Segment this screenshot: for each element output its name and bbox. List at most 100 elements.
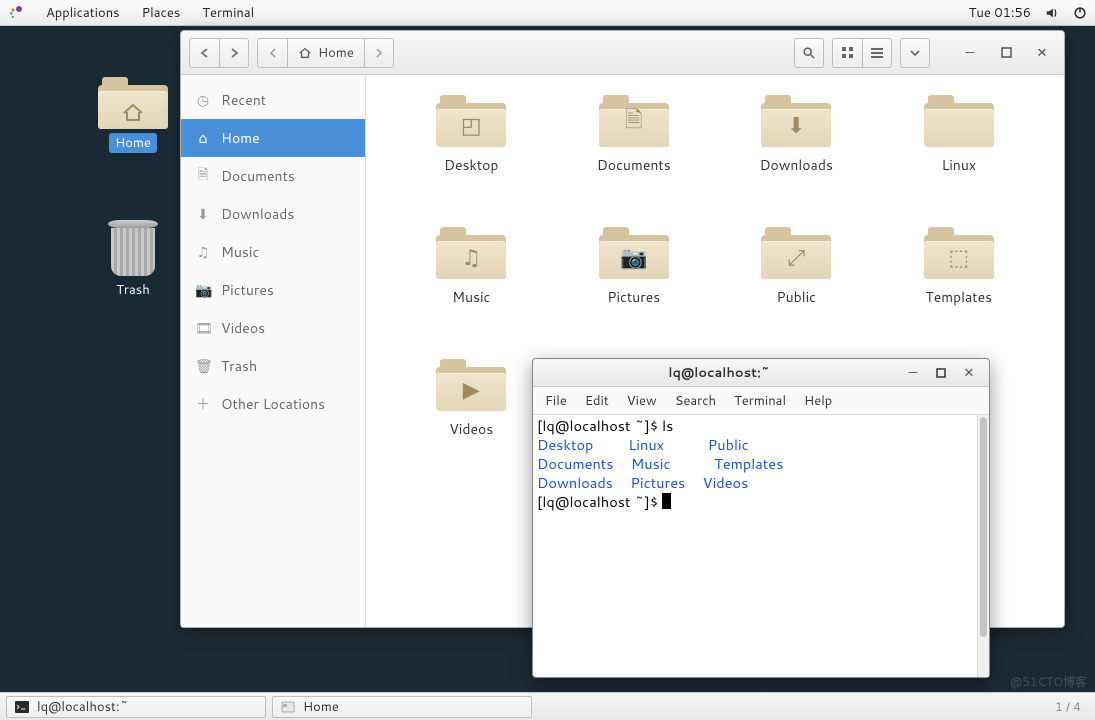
sidebar-item-pictures[interactable]: 📷 Pictures [181, 271, 365, 309]
sidebar-item-label: Downloads [221, 204, 294, 224]
music-icon: ♫ [195, 242, 211, 262]
download-icon: ⬇ [195, 204, 211, 224]
sidebar-item-recent[interactable]: ◷Recent [181, 81, 365, 119]
task-button-files[interactable]: Home [272, 696, 532, 718]
sidebar-item-label: Other Locations [221, 394, 325, 414]
menu-file[interactable]: File [545, 392, 567, 410]
menu-terminal[interactable]: Terminal [202, 4, 254, 22]
path-next-button[interactable] [364, 38, 394, 68]
window-minimize-button[interactable]: — [956, 39, 984, 67]
download-icon: ⬇ [761, 110, 831, 141]
sidebar-item-music[interactable]: ♫ Music [181, 233, 365, 271]
terminal-menubar: File Edit View Search Terminal Help [533, 387, 989, 415]
task-label: lq@localhost:~ [37, 698, 128, 716]
path-label: Home [318, 44, 354, 62]
sidebar-item-label: Home [221, 128, 260, 148]
folder-label: Downloads [715, 155, 878, 175]
terminal-titlebar[interactable]: lq@localhost:~ — ✕ [533, 359, 989, 387]
folder-linux[interactable]: Linux [878, 93, 1041, 225]
sidebar-item-label: Trash [221, 356, 257, 376]
gnome-foot-icon [8, 5, 24, 21]
desktop-icon-label: Trash [110, 280, 156, 300]
path-segment-home[interactable]: Home [287, 38, 364, 68]
home-icon [298, 46, 312, 60]
sidebar-item-label: Recent [221, 90, 266, 110]
menu-applications[interactable]: Applications [46, 4, 120, 22]
window-minimize-button[interactable]: — [899, 359, 927, 387]
folder-label: Documents [553, 155, 716, 175]
volume-icon[interactable] [1045, 6, 1059, 20]
desktop-icon: ◰ [436, 110, 506, 141]
terminal-cursor [662, 493, 671, 509]
menu-view[interactable]: View [627, 392, 657, 410]
grid-icon [841, 46, 855, 60]
task-button-terminal[interactable]: lq@localhost:~ [6, 696, 266, 718]
sidebar-item-label: Pictures [221, 280, 274, 300]
nav-back-button[interactable] [189, 38, 219, 68]
window-close-button[interactable]: ✕ [1028, 39, 1056, 67]
terminal-title: lq@localhost:~ [539, 364, 899, 382]
share-icon: ⤢ [761, 242, 831, 273]
camera-icon: 📷 [599, 242, 669, 273]
folder-desktop[interactable]: ◰ Desktop [390, 93, 553, 225]
trash-icon: 🗑 [195, 356, 211, 376]
places-sidebar: ◷Recent ⌂Home 🗎Documents ⬇ Downloads ♫ Mus… [181, 75, 366, 627]
sidebar-item-videos[interactable]: 🎞 Videos [181, 309, 365, 347]
video-icon: ▶ [436, 374, 506, 405]
sidebar-item-downloads[interactable]: ⬇ Downloads [181, 195, 365, 233]
menu-search[interactable]: Search [675, 392, 716, 410]
nav-forward-button[interactable] [219, 38, 249, 68]
menu-edit[interactable]: Edit [585, 392, 609, 410]
folder-label: Videos [390, 419, 553, 439]
home-icon [98, 101, 168, 123]
terminal-scrollbar[interactable] [977, 415, 989, 677]
scrollbar-thumb[interactable] [980, 417, 987, 637]
sidebar-item-label: Documents [221, 166, 295, 186]
hamburger-menu-button[interactable] [900, 38, 930, 68]
menu-help[interactable]: Help [804, 392, 832, 410]
bottom-taskbar: lq@localhost:~ Home 1 / 4 [0, 692, 1095, 720]
power-icon[interactable] [1073, 6, 1087, 20]
folder-documents[interactable]: 🗎 Documents [553, 93, 716, 225]
path-prev-button[interactable] [257, 38, 287, 68]
sidebar-item-label: Videos [221, 318, 265, 338]
top-panel: Applications Places Terminal Tue 01:56 [0, 0, 1095, 26]
file-manager-headerbar: Home — ✕ [181, 31, 1064, 75]
window-maximize-button[interactable] [992, 39, 1020, 67]
path-bar: Home [257, 38, 394, 68]
folder-label: Desktop [390, 155, 553, 175]
desktop-icon-label: Home [109, 133, 157, 153]
folder-public[interactable]: ⤢Public [715, 225, 878, 357]
folder-templates[interactable]: ⬚ Templates [878, 225, 1041, 357]
chevron-down-icon [909, 47, 921, 59]
camera-icon: 📷 [195, 280, 211, 300]
sidebar-item-label: Music [221, 242, 259, 262]
sidebar-item-home[interactable]: ⌂Home [181, 119, 365, 157]
window-close-button[interactable]: ✕ [955, 359, 983, 387]
list-icon [870, 46, 884, 60]
folder-music[interactable]: ♫Music [390, 225, 553, 357]
window-maximize-button[interactable] [927, 359, 955, 387]
plus-icon: ＋ [195, 394, 211, 414]
search-button[interactable] [794, 38, 824, 68]
desktop-icon-trash[interactable]: Trash [88, 220, 178, 300]
terminal-content[interactable]: [lq@localhost ~]$ ls Desktop Linux Publi… [533, 415, 977, 677]
folder-pictures[interactable]: 📷Pictures [553, 225, 716, 357]
document-icon: 🗎 [599, 103, 669, 141]
menu-places[interactable]: Places [142, 4, 181, 22]
menu-terminal[interactable]: Terminal [734, 392, 786, 410]
clock[interactable]: Tue 01:56 [969, 4, 1031, 22]
workspace-indicator[interactable]: 1 / 4 [1055, 698, 1089, 715]
video-icon: 🎞 [195, 318, 211, 338]
desktop-icon-home[interactable]: Home [88, 75, 178, 153]
template-icon: ⬚ [924, 242, 994, 273]
folder-downloads[interactable]: ⬇ Downloads [715, 93, 878, 225]
view-grid-button[interactable] [832, 38, 862, 68]
folder-videos[interactable]: ▶ Videos [390, 357, 553, 489]
folder-label: Templates [878, 287, 1041, 307]
sidebar-item-trash[interactable]: 🗑 Trash [181, 347, 365, 385]
sidebar-item-other-locations[interactable]: ＋ Other Locations [181, 385, 365, 423]
sidebar-item-documents[interactable]: 🗎Documents [181, 157, 365, 195]
view-list-button[interactable] [862, 38, 892, 68]
music-icon: ♫ [436, 242, 506, 273]
